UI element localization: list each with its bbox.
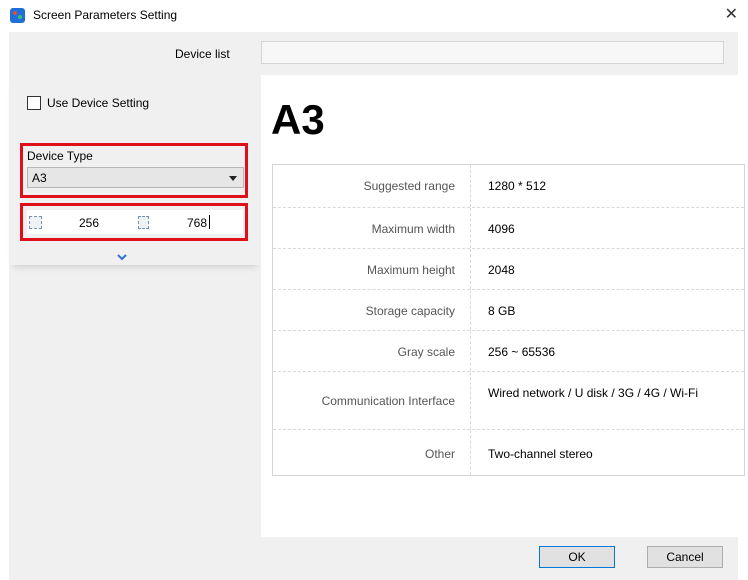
column-divider xyxy=(470,290,471,330)
device-type-label: Device Type xyxy=(27,149,93,163)
ok-button[interactable]: OK xyxy=(539,546,615,568)
width-input[interactable]: 256 xyxy=(79,216,99,230)
column-divider xyxy=(470,372,471,429)
app-icon xyxy=(10,8,25,23)
height-input[interactable]: 768 xyxy=(187,216,207,230)
cancel-button[interactable]: Cancel xyxy=(647,546,723,568)
checkbox-box[interactable] xyxy=(27,96,41,110)
spec-value: Two-channel stereo xyxy=(488,447,593,461)
spec-table: Suggested range 1280 * 512 Maximum width… xyxy=(272,164,745,476)
spec-label: Storage capacity xyxy=(365,304,455,318)
use-device-setting-checkbox[interactable]: Use Device Setting xyxy=(27,96,149,110)
device-heading: A3 xyxy=(271,96,325,143)
column-divider xyxy=(470,249,471,289)
spec-value: 4096 xyxy=(488,222,515,236)
spec-value: 256 ~ 65536 xyxy=(488,345,556,359)
spec-label: Other xyxy=(424,447,455,461)
table-row: Maximum height 2048 xyxy=(273,248,744,289)
table-row: Communication Interface Wired network / … xyxy=(273,371,744,429)
device-type-selected: A3 xyxy=(32,171,47,185)
spec-label: Maximum width xyxy=(371,222,455,236)
spec-value: 2048 xyxy=(488,263,515,277)
close-icon[interactable]: ✕ xyxy=(725,4,738,24)
column-divider xyxy=(470,430,471,475)
spec-label: Gray scale xyxy=(397,345,455,359)
column-divider xyxy=(470,331,471,371)
table-row: Other Two-channel stereo xyxy=(273,429,744,475)
dropdown-arrow-icon[interactable] xyxy=(229,176,237,181)
use-device-setting-label: Use Device Setting xyxy=(47,96,150,110)
height-icon xyxy=(138,216,149,229)
spec-label: Suggested range xyxy=(363,179,455,193)
spec-value: 8 GB xyxy=(488,304,516,318)
column-divider xyxy=(470,165,471,207)
spec-value: 1280 * 512 xyxy=(488,179,547,193)
window-title: Screen Parameters Setting xyxy=(33,8,178,22)
device-type-dropdown[interactable]: A3 xyxy=(27,167,244,188)
title-bar: Screen Parameters Setting ✕ xyxy=(0,0,748,32)
size-input-row xyxy=(27,210,243,234)
device-list-label: Device list xyxy=(175,47,230,61)
text-cursor xyxy=(209,215,210,229)
spec-label: Communication Interface xyxy=(321,394,455,408)
table-row: Storage capacity 8 GB xyxy=(273,289,744,330)
table-row: Suggested range 1280 * 512 xyxy=(273,165,744,207)
column-divider xyxy=(470,208,471,248)
width-icon xyxy=(29,216,42,229)
chevron-down-icon[interactable] xyxy=(117,252,127,262)
spec-label: Maximum height xyxy=(366,263,455,277)
spec-value: Wired network / U disk / 3G / 4G / Wi-Fi xyxy=(488,386,699,400)
device-list-field[interactable] xyxy=(261,41,724,64)
table-row: Gray scale 256 ~ 65536 xyxy=(273,330,744,371)
table-row: Maximum width 4096 xyxy=(273,207,744,248)
